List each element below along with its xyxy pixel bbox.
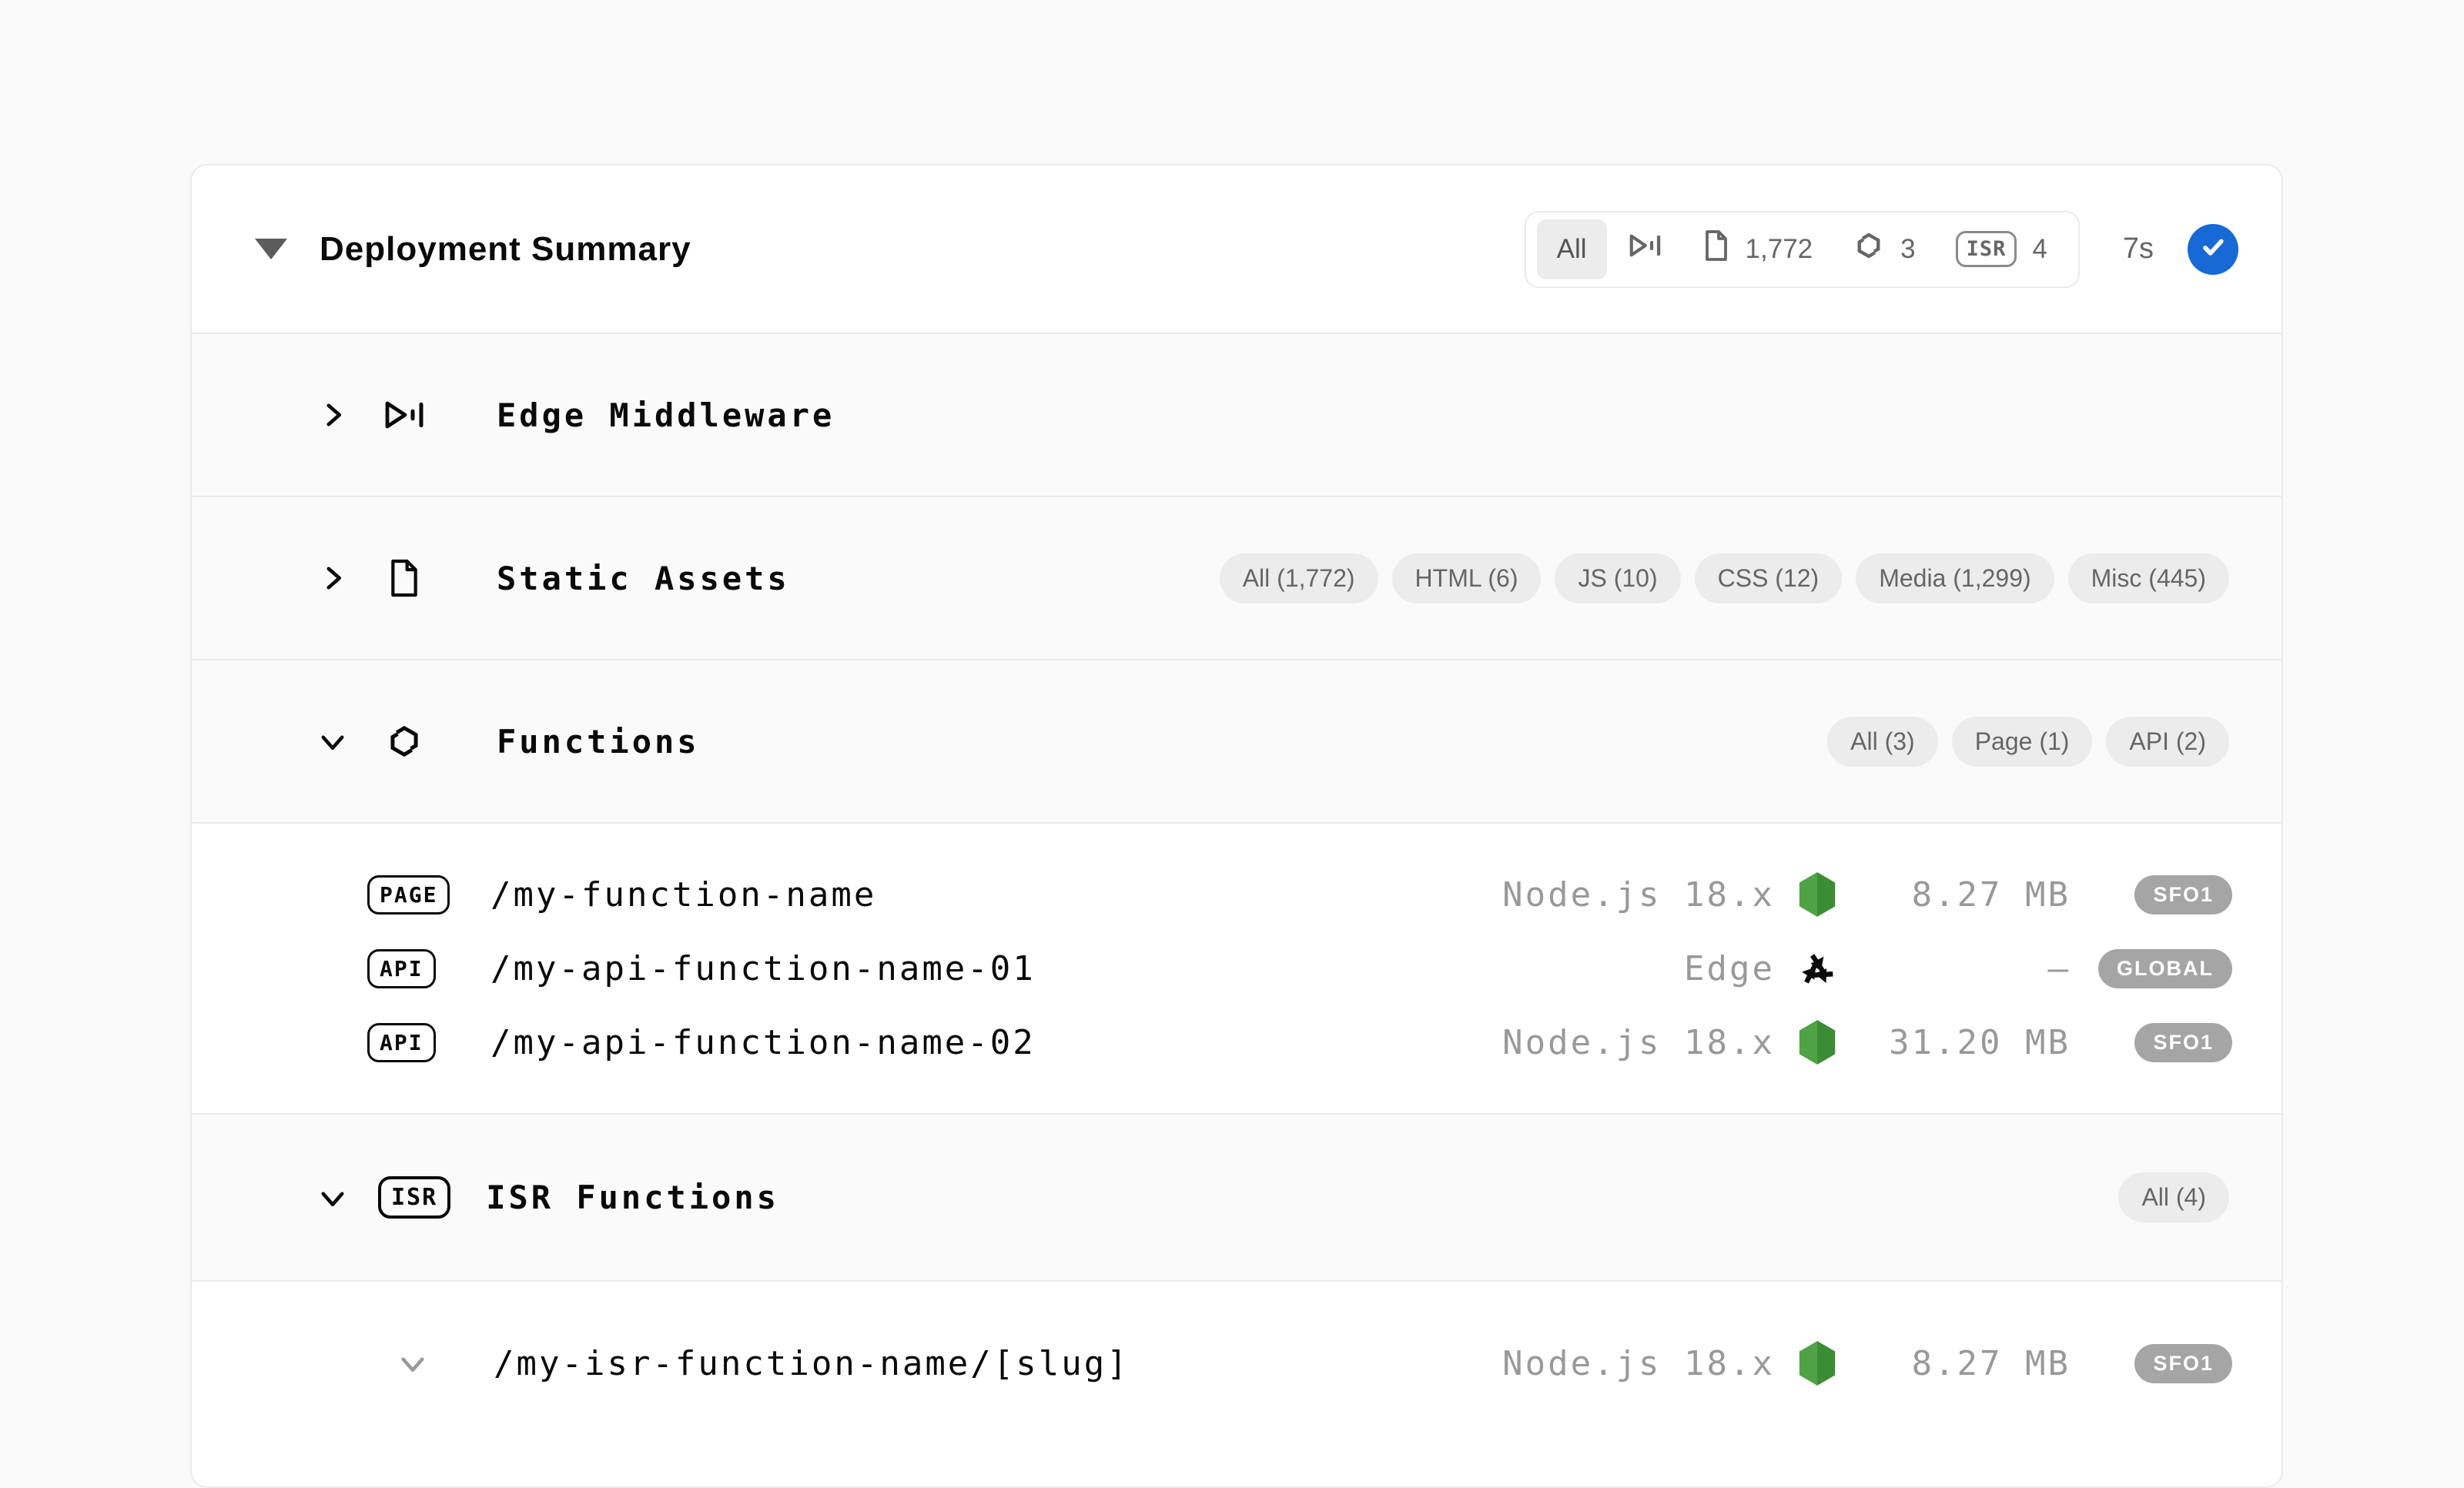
isr-function-row[interactable]: /my-isr-function-name/[slug] Node.js 18.…	[395, 1326, 2232, 1400]
isr-badge: ISR	[1955, 231, 2017, 267]
section-edge-middleware[interactable]: Edge Middleware	[192, 333, 2282, 496]
header-right: All 1,772 3 ISR 4 7s	[1524, 210, 2238, 288]
function-path: /my-api-function-name-01	[490, 948, 1036, 988]
section-title: Functions	[497, 722, 700, 761]
hexagon-s-icon	[383, 720, 426, 763]
summary-filter-bar: All 1,772 3 ISR 4	[1524, 210, 2080, 288]
filter-pill[interactable]: All (1,772)	[1219, 553, 1378, 604]
section-title: Static Assets	[497, 559, 790, 597]
play-pause-icon	[1627, 230, 1662, 268]
filter-pill[interactable]: API (2)	[2106, 716, 2229, 767]
region-badge: SFO1	[2134, 874, 2232, 915]
node-hexagon-icon	[1795, 1018, 1840, 1066]
filter-pill[interactable]: JS (10)	[1555, 553, 1681, 604]
section-title: Edge Middleware	[497, 396, 835, 434]
section-static-assets[interactable]: Static Assets All (1,772) HTML (6) JS (1…	[192, 496, 2282, 659]
deployment-summary-card: Deployment Summary All 1,772 3 ISR 4 7s …	[190, 164, 2283, 1488]
function-runtime: Node.js 18.x	[1502, 1343, 1775, 1383]
static-assets-pills: All (1,772) HTML (6) JS (10) CSS (12) Me…	[1219, 553, 2229, 604]
region-badge: GLOBAL	[2098, 948, 2232, 988]
region-badge: SFO1	[2134, 1343, 2232, 1383]
filter-all-button[interactable]: All	[1536, 219, 1607, 279]
chevron-down-icon[interactable]	[395, 1346, 430, 1381]
assets-count: 1,772	[1745, 233, 1813, 264]
check-icon	[2198, 232, 2228, 266]
isr-pills: All (4)	[2118, 1172, 2229, 1222]
build-duration: 7s	[2122, 232, 2154, 265]
filter-pill[interactable]: CSS (12)	[1694, 553, 1843, 604]
caret-down-icon[interactable]	[255, 239, 287, 259]
filter-pill[interactable]: All (3)	[1827, 716, 1938, 767]
card-header: Deployment Summary All 1,772 3 ISR 4 7s	[192, 166, 2282, 333]
filter-pill[interactable]: Misc (445)	[2067, 553, 2229, 604]
filter-pill[interactable]: Page (1)	[1951, 716, 2093, 767]
filter-all-label: All	[1556, 233, 1587, 264]
isr-badge: ISR	[378, 1176, 451, 1219]
function-type-badge: PAGE	[367, 874, 450, 915]
function-size: 31.20 MB	[1889, 1022, 2071, 1062]
function-path: /my-api-function-name-02	[490, 1022, 1036, 1062]
filter-middleware-button[interactable]	[1607, 219, 1682, 279]
chevron-right-icon[interactable]	[315, 397, 350, 433]
filter-pill[interactable]: All (4)	[2118, 1172, 2229, 1222]
file-icon	[1702, 229, 1730, 269]
function-runtime: Node.js 18.x	[1502, 1022, 1775, 1062]
isr-count: 4	[2032, 233, 2047, 264]
function-size: —	[2047, 948, 2071, 988]
file-icon	[383, 558, 426, 598]
region-badge: SFO1	[2134, 1022, 2232, 1062]
chevron-right-icon[interactable]	[315, 560, 350, 596]
function-size: 8.27 MB	[1911, 874, 2071, 915]
section-functions[interactable]: Functions All (3) Page (1) API (2)	[192, 659, 2282, 822]
edge-triangle-icon	[1795, 947, 1840, 990]
function-path: /my-isr-function-name/[slug]	[494, 1343, 1130, 1383]
node-hexagon-icon	[1795, 871, 1840, 918]
function-type-badge: API	[367, 948, 436, 988]
filter-isr-button[interactable]: ISR 4	[1936, 219, 2067, 279]
functions-detail-list: PAGE /my-function-name Node.js 18.x 8.27…	[192, 822, 2282, 1113]
filter-pill[interactable]: HTML (6)	[1391, 553, 1542, 604]
play-pause-icon	[383, 396, 426, 433]
section-isr-functions[interactable]: ISR ISR Functions All (4)	[192, 1113, 2282, 1280]
function-path: /my-function-name	[490, 874, 877, 915]
function-row[interactable]: PAGE /my-function-name Node.js 18.x 8.27…	[367, 858, 2232, 931]
chevron-down-icon[interactable]	[315, 724, 350, 759]
function-runtime: Edge	[1684, 948, 1775, 988]
isr-detail-list: /my-isr-function-name/[slug] Node.js 18.…	[192, 1280, 2282, 1434]
filter-assets-button[interactable]: 1,772	[1682, 219, 1833, 279]
section-title: ISR Functions	[486, 1179, 779, 1216]
function-size: 8.27 MB	[1911, 1343, 2071, 1383]
hexagon-s-icon	[1853, 228, 1885, 270]
function-runtime: Node.js 18.x	[1502, 874, 1775, 915]
functions-count: 3	[1900, 233, 1916, 264]
filter-pill[interactable]: Media (1,299)	[1856, 553, 2054, 604]
function-row[interactable]: API /my-api-function-name-02 Node.js 18.…	[367, 1005, 2232, 1079]
function-type-badge: API	[367, 1022, 436, 1062]
status-check-button[interactable]	[2188, 223, 2238, 275]
node-hexagon-icon	[1795, 1339, 1840, 1387]
chevron-down-icon[interactable]	[315, 1180, 350, 1215]
filter-functions-button[interactable]: 3	[1833, 219, 1935, 279]
function-row[interactable]: API /my-api-function-name-01 Edge — GLOB…	[367, 931, 2232, 1005]
page-title: Deployment Summary	[320, 229, 691, 268]
functions-pills: All (3) Page (1) API (2)	[1827, 716, 2229, 767]
